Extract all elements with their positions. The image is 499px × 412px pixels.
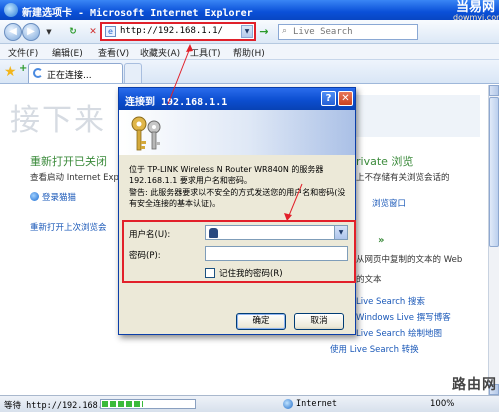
page-heading: 接下来: [10, 103, 106, 138]
stop-icon: ✕: [89, 27, 97, 37]
progress-fill: [102, 401, 143, 407]
refresh-button[interactable]: ↻: [66, 25, 80, 39]
address-dropdown-button[interactable]: ▼: [241, 25, 253, 38]
tab-bar: ★ + 正在连接...: [0, 60, 499, 84]
menu-favorites[interactable]: 收藏夹(A): [140, 46, 180, 59]
go-arrow-icon: →: [259, 25, 269, 38]
chevron-down-icon: ▼: [46, 28, 52, 36]
private-window-link[interactable]: 浏览窗口: [372, 197, 406, 209]
dialog-title-bar[interactable]: 连接到 192.168.1.1 ? ✕: [119, 88, 355, 110]
search-box[interactable]: ⌕: [278, 24, 418, 40]
go-button[interactable]: →: [258, 25, 270, 39]
new-tab-button[interactable]: [124, 63, 142, 83]
status-text: 等待 http://192.168.1.: [4, 401, 114, 411]
reopen-closed-title: 重新打开已关闭: [30, 155, 107, 168]
live-blog-link[interactable]: Windows Live 撰写博客: [356, 311, 451, 323]
window-title-bar: 新建选项卡 - Microsoft Internet Explorer 当易网 …: [0, 0, 499, 22]
vertical-scrollbar[interactable]: [488, 85, 499, 395]
address-url[interactable]: http://192.168.1.1/: [120, 26, 223, 36]
dialog-title: 连接到 192.168.1.1: [125, 97, 228, 108]
ie-small-icon: [30, 192, 39, 201]
internet-zone-icon: [283, 399, 293, 409]
tab-current[interactable]: 正在连接...: [28, 63, 123, 83]
status-bar: 等待 http://192.168.1. Internet 100%: [0, 395, 499, 412]
accelerator-desc: 从网页中复制的文本的 Web: [356, 255, 463, 265]
reopen-link[interactable]: 登录猫猫: [30, 191, 76, 203]
live-search-link[interactable]: Live Search 搜索: [356, 295, 425, 307]
private-browsing-title: rivate 浏览: [356, 155, 414, 168]
menu-view[interactable]: 查看(V): [98, 46, 129, 59]
back-arrow-icon: ◀: [9, 26, 17, 37]
dialog-warning: 警告: 此服务器要求以不安全的方式发送您的用户名和密码(没有安全连接的基本认证)…: [129, 188, 346, 208]
tab-label: 正在连接...: [47, 71, 92, 81]
annotation-box-credentials: [122, 220, 356, 283]
search-provider-icon: ⌕: [282, 26, 288, 36]
forward-arrow-icon: ▶: [27, 26, 35, 37]
menu-edit[interactable]: 编辑(E): [52, 46, 83, 59]
search-input[interactable]: [293, 26, 413, 38]
cancel-button[interactable]: 取消: [294, 313, 344, 330]
forward-button[interactable]: ▶: [22, 23, 40, 41]
loading-spinner-icon: [33, 68, 43, 78]
watermark-bottom: 路由网: [452, 377, 497, 393]
accelerator-text: 的文本: [356, 275, 382, 285]
menu-tools[interactable]: 工具(T): [190, 46, 221, 59]
reopen-last-session-link[interactable]: 重新打开上次浏览会: [30, 221, 107, 233]
menu-bar: 文件(F) 编辑(E) 查看(V) 收藏夹(A) 工具(T) 帮助(H): [0, 44, 499, 60]
page-icon: e: [105, 26, 116, 37]
refresh-icon: ↻: [69, 27, 77, 37]
close-button[interactable]: ✕: [338, 91, 353, 106]
address-bar[interactable]: e http://192.168.1.1/ ▼: [100, 22, 256, 41]
dialog-message: 位于 TP-LINK Wireless N Router WR840N 的服务器…: [129, 165, 324, 185]
favorites-star-icon[interactable]: ★: [4, 64, 17, 80]
history-dropdown-button[interactable]: ▼: [42, 25, 56, 39]
stop-button[interactable]: ✕: [86, 25, 100, 39]
loading-progress-bar: [100, 399, 196, 409]
back-button[interactable]: ◀: [4, 23, 22, 41]
window-title: 新建选项卡 - Microsoft Internet Explorer: [22, 8, 253, 19]
private-browsing-desc: 上不存储有关浏览会话的: [356, 173, 450, 183]
ok-button[interactable]: 确定: [236, 313, 286, 330]
login-dialog: 连接到 192.168.1.1 ? ✕ 位于 TP-LINK Wireless …: [118, 87, 356, 335]
live-map-link[interactable]: Live Search 绘制地图: [356, 327, 442, 339]
live-translate-link[interactable]: 使用 Live Search 转换: [330, 343, 419, 355]
menu-help[interactable]: 帮助(H): [233, 46, 265, 59]
reopen-link-label: 登录猫猫: [42, 193, 77, 203]
scroll-thumb[interactable]: [489, 97, 499, 247]
dialog-banner: [119, 110, 355, 155]
reopen-closed-desc: 查看启动 Internet Explor: [30, 173, 131, 183]
scroll-up-button[interactable]: [489, 85, 499, 96]
ie-logo-icon: [4, 3, 18, 17]
security-zone: Internet: [296, 399, 337, 409]
keys-icon: [131, 116, 161, 151]
zoom-level[interactable]: 100%: [430, 399, 454, 409]
add-favorite-icon[interactable]: +: [19, 63, 27, 74]
navigation-bar: ◀ ▶ ▼ ↻ ✕ e http://192.168.1.1/ ▼ → ⌕: [0, 20, 499, 44]
accelerator-arrow-icon: »: [378, 235, 385, 246]
help-button[interactable]: ?: [321, 91, 336, 106]
menu-file[interactable]: 文件(F): [8, 46, 38, 59]
